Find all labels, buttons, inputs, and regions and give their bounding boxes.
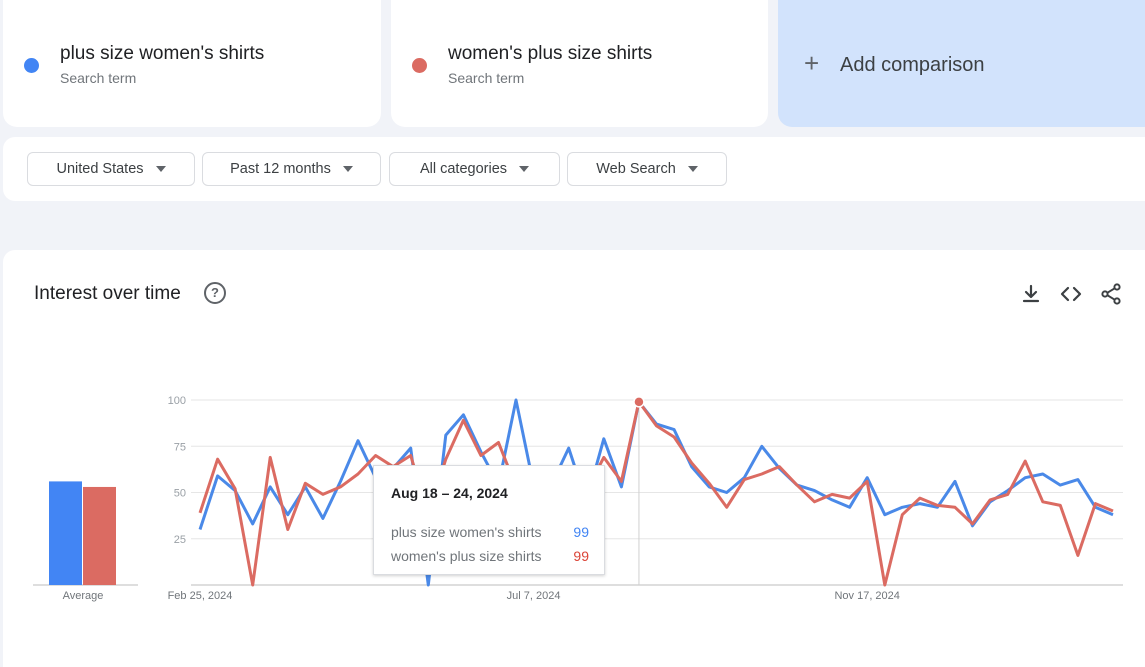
search-type-dropdown[interactable]: Web Search bbox=[567, 152, 727, 186]
search-type-value: Web Search bbox=[596, 161, 676, 177]
add-comparison-label: Add comparison bbox=[840, 54, 985, 76]
region-dropdown[interactable]: United States bbox=[27, 152, 195, 186]
help-circle-icon[interactable]: ? bbox=[204, 282, 226, 304]
panel-title: Interest over time bbox=[34, 283, 181, 304]
x-tick-label: Feb 25, 2024 bbox=[168, 590, 233, 602]
y-tick-label: 75 bbox=[174, 441, 186, 453]
region-value: United States bbox=[56, 161, 144, 177]
interest-over-time-panel: 25 50 75 100 Feb 25, 2024 Jul 7, 2024 Nov 17, … bbox=[3, 250, 1145, 667]
caret-down-icon bbox=[155, 166, 166, 172]
download-icon[interactable] bbox=[1019, 282, 1043, 306]
chart-tooltip: Aug 18 – 24, 2024 plus size women's shir… bbox=[373, 465, 605, 575]
average-bar bbox=[49, 481, 82, 585]
tooltip-date: Aug 18 – 24, 2024 bbox=[391, 485, 508, 501]
series-color-dot bbox=[412, 58, 427, 73]
y-tick-label: 50 bbox=[174, 488, 186, 500]
caret-down-icon bbox=[342, 166, 353, 172]
average-label: Average bbox=[63, 590, 104, 602]
highlight-point bbox=[633, 396, 645, 408]
series-color-dot bbox=[24, 58, 39, 73]
tooltip-series-value: 99 bbox=[573, 524, 589, 540]
interest-chart: 25 50 75 100 Feb 25, 2024 Jul 7, 2024 Nov 17, … bbox=[33, 395, 1123, 602]
tooltip-series-label: plus size women's shirts bbox=[391, 524, 542, 540]
add-comparison-button[interactable]: + Add comparison bbox=[778, 0, 1145, 127]
x-tick-label: Nov 17, 2024 bbox=[834, 590, 899, 602]
caret-down-icon bbox=[687, 166, 698, 172]
tooltip-series-value: 99 bbox=[573, 548, 589, 564]
average-bar bbox=[83, 486, 116, 585]
time-range-value: Past 12 months bbox=[230, 161, 331, 177]
time-range-dropdown[interactable]: Past 12 months bbox=[202, 152, 381, 186]
term-subtitle: Search term bbox=[60, 70, 137, 86]
x-tick-label: Jul 7, 2024 bbox=[507, 590, 561, 602]
term-name: plus size women's shirts bbox=[60, 43, 265, 64]
y-tick-label: 100 bbox=[168, 395, 186, 407]
term-card-1[interactable]: plus size women's shirts Search term bbox=[3, 0, 381, 127]
filter-bar: United States Past 12 months All categor… bbox=[3, 137, 1145, 201]
category-value: All categories bbox=[419, 161, 508, 177]
term-subtitle: Search term bbox=[448, 70, 525, 86]
term-card-2[interactable]: women's plus size shirts Search term bbox=[391, 0, 768, 127]
term-name: women's plus size shirts bbox=[448, 43, 653, 64]
category-dropdown[interactable]: All categories bbox=[389, 152, 560, 186]
share-icon[interactable] bbox=[1099, 282, 1123, 306]
tooltip-series-label: women's plus size shirts bbox=[391, 548, 542, 564]
y-tick-label: 25 bbox=[174, 534, 186, 546]
plus-icon: + bbox=[804, 48, 820, 78]
caret-down-icon bbox=[519, 166, 530, 172]
series-line bbox=[198, 400, 1114, 587]
embed-code-icon[interactable] bbox=[1059, 282, 1083, 306]
